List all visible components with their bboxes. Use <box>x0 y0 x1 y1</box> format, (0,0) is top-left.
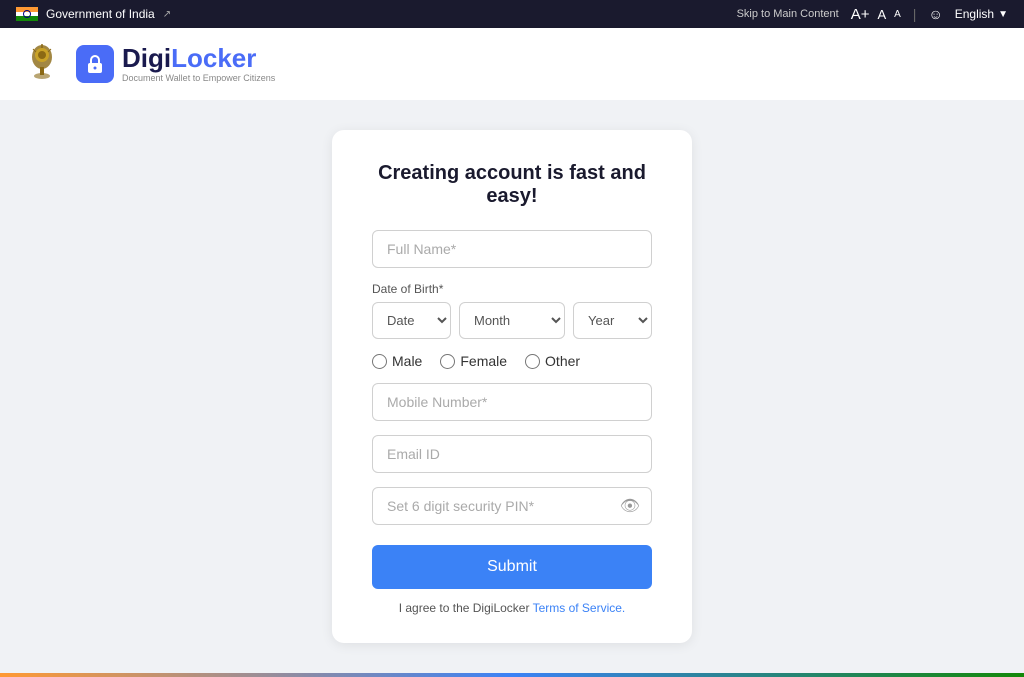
logo-digi-text: Digi <box>122 43 171 73</box>
font-medium-button[interactable]: A <box>877 7 886 22</box>
email-group <box>372 435 652 473</box>
gender-other-label: Other <box>545 353 580 369</box>
gender-female-radio[interactable] <box>440 354 455 369</box>
gov-bar-right: Skip to Main Content A+ A A | ☺ English … <box>737 6 1008 23</box>
gender-female-label: Female <box>460 353 507 369</box>
font-size-controls: A+ A A <box>851 6 901 23</box>
gender-male-option[interactable]: Male <box>372 353 422 369</box>
mobile-group <box>372 383 652 421</box>
gender-group: Male Female Other <box>372 353 652 369</box>
terms-text: I agree to the DigiLocker Terms of Servi… <box>372 601 652 615</box>
registration-card: Creating account is fast and easy! Date … <box>332 130 692 643</box>
font-small-button[interactable]: A <box>894 9 901 20</box>
card-title: Creating account is fast and easy! <box>372 162 652 208</box>
terms-prefix: I agree to the DigiLocker <box>399 601 533 615</box>
email-input[interactable] <box>372 435 652 473</box>
chevron-down-icon: ▼ <box>998 9 1008 20</box>
gender-female-option[interactable]: Female <box>440 353 507 369</box>
full-name-group <box>372 230 652 268</box>
skip-to-main-link[interactable]: Skip to Main Content <box>737 8 839 20</box>
main-content: Creating account is fast and easy! Date … <box>0 100 1024 673</box>
gender-other-option[interactable]: Other <box>525 353 580 369</box>
accessibility-icon: ☺ <box>928 6 942 22</box>
divider: | <box>913 6 917 22</box>
pin-input[interactable] <box>372 487 652 525</box>
header-bar: DigiLocker Document Wallet to Empower Ci… <box>0 28 1024 100</box>
gov-name: Government of India <box>46 7 155 21</box>
logo-locker-text: Locker <box>171 43 256 73</box>
gov-bar-left: Government of India ↗ <box>16 7 171 21</box>
ashoka-emblem-icon <box>20 39 64 89</box>
gov-bar: Government of India ↗ Skip to Main Conte… <box>0 0 1024 28</box>
date-select[interactable]: Date 12345 678910 1112131415 1617181920 … <box>372 302 451 339</box>
dob-label: Date of Birth* <box>372 282 652 296</box>
gender-male-label: Male <box>392 353 422 369</box>
logo-text: DigiLocker Document Wallet to Empower Ci… <box>122 45 275 83</box>
font-large-button[interactable]: A+ <box>851 6 870 23</box>
year-select[interactable]: Year 2024202320222021 2020201520102005 2… <box>573 302 652 339</box>
terms-of-service-link[interactable]: Terms of Service. <box>533 601 626 615</box>
logo-tagline: Document Wallet to Empower Citizens <box>122 73 275 83</box>
bottom-accent-bar <box>0 673 1024 677</box>
month-select[interactable]: Month JanuaryFebruaryMarch AprilMayJune … <box>459 302 565 339</box>
full-name-input[interactable] <box>372 230 652 268</box>
logo-name: DigiLocker <box>122 45 275 71</box>
eye-icon[interactable]: 👁︎ <box>620 496 640 516</box>
mobile-input[interactable] <box>372 383 652 421</box>
india-flag-icon <box>16 7 38 21</box>
logo-section: DigiLocker Document Wallet to Empower Ci… <box>20 39 275 89</box>
digilocker-logo: DigiLocker Document Wallet to Empower Ci… <box>76 45 275 83</box>
submit-button[interactable]: Submit <box>372 545 652 589</box>
external-link-icon: ↗ <box>163 9 171 20</box>
lock-icon <box>76 45 114 83</box>
dob-group: Date of Birth* Date 12345 678910 1112131… <box>372 282 652 339</box>
pin-group: 👁︎ <box>372 487 652 525</box>
language-label: English <box>955 7 994 21</box>
gender-male-radio[interactable] <box>372 354 387 369</box>
gender-other-radio[interactable] <box>525 354 540 369</box>
dob-selects: Date 12345 678910 1112131415 1617181920 … <box>372 302 652 339</box>
language-selector[interactable]: English ▼ <box>955 7 1008 21</box>
